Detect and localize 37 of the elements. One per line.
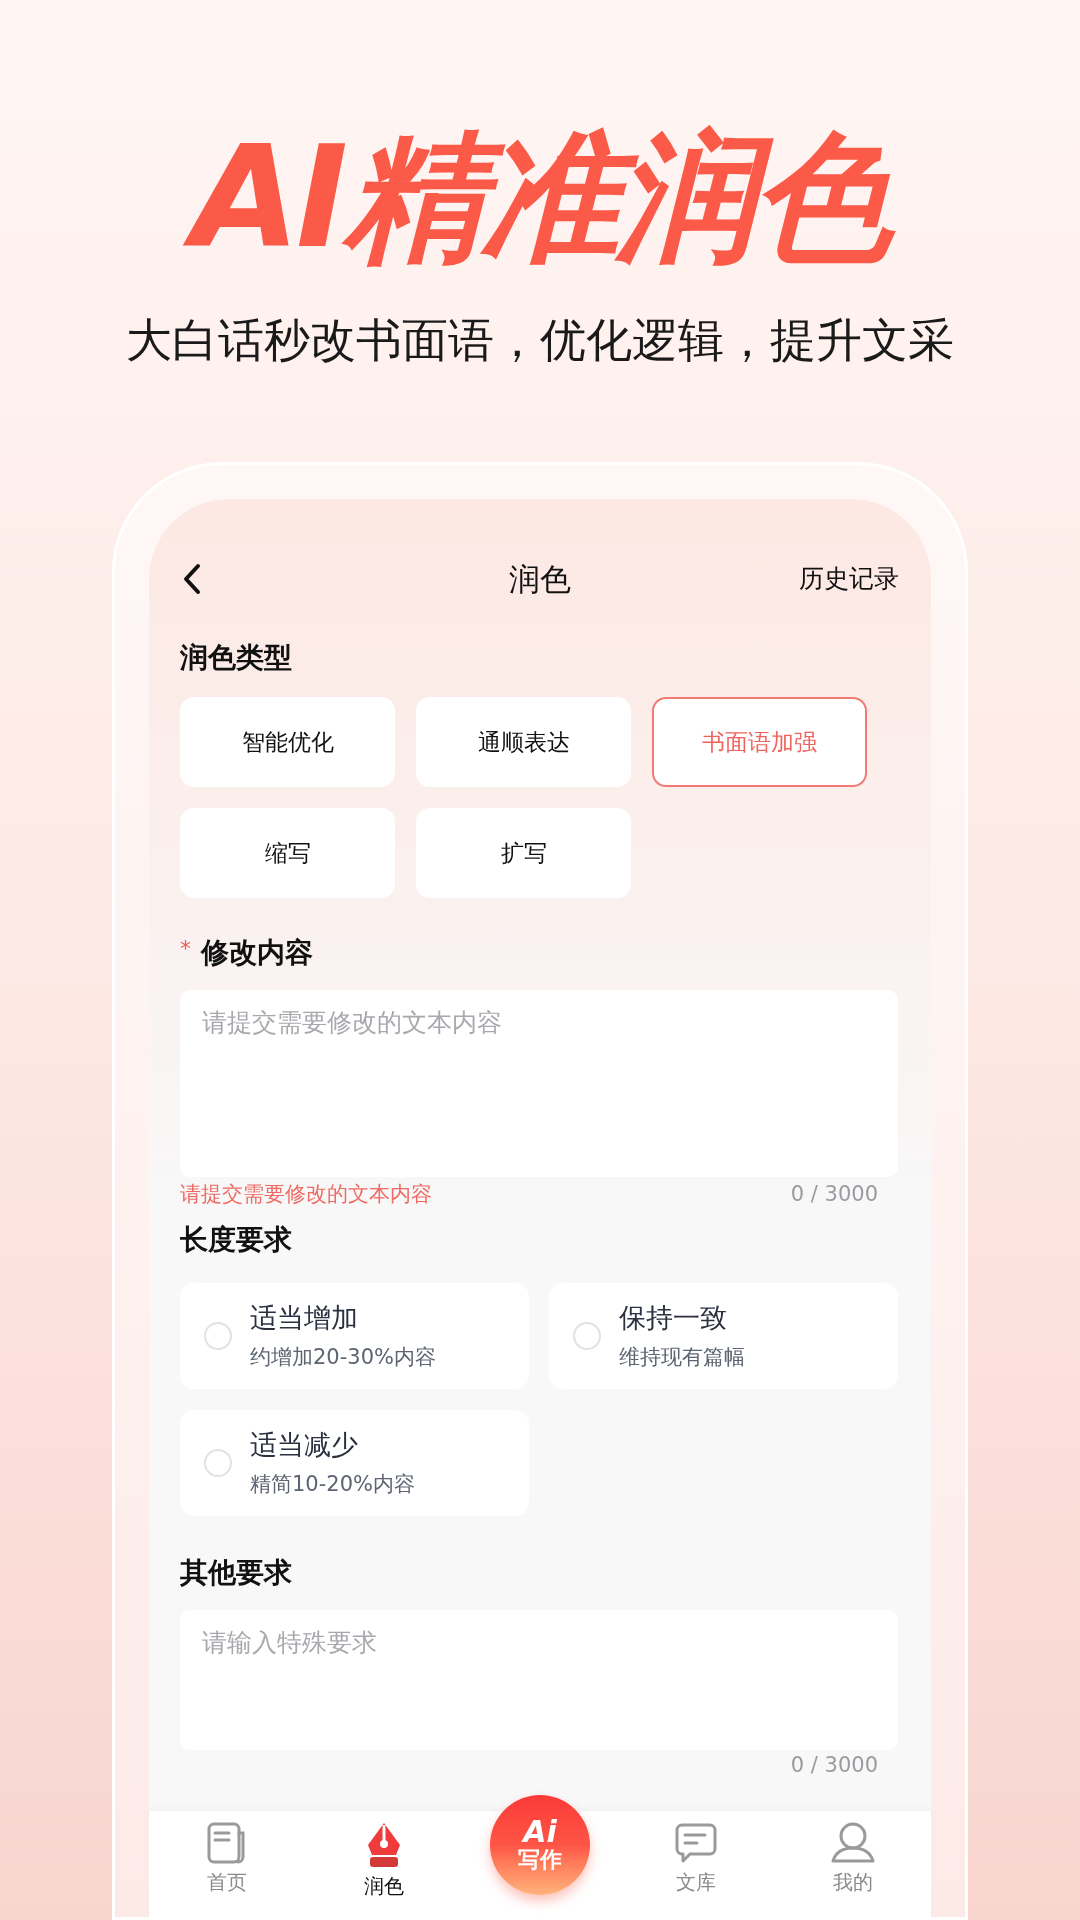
nav-tab[interactable]: 润色 (333, 1811, 434, 1901)
length-option[interactable]: 保持一致 维持现有篇幅 (549, 1282, 898, 1389)
option-title: 适当减少 (250, 1427, 359, 1462)
page-title: 润色 (509, 559, 571, 599)
option-description: 精简10-20%内容 (250, 1471, 415, 1498)
write-label: 写作 (517, 1847, 562, 1873)
character-counter: 0 / 3000 (790, 1751, 879, 1779)
content-input[interactable]: 请提交需要修改的文本内容 (180, 990, 898, 1177)
nav-tab[interactable]: 我的 (802, 1811, 903, 1897)
section-title: 润色类型 (180, 640, 293, 676)
radio-button[interactable] (573, 1321, 601, 1350)
ai-logo: Ai (523, 1817, 557, 1847)
option-description: 维持现有篇幅 (619, 1344, 745, 1371)
section-title: 修改内容 (201, 935, 313, 971)
message-icon (674, 1821, 719, 1865)
history-link[interactable]: 历史记录 (799, 560, 899, 598)
radio-button[interactable] (204, 1321, 232, 1350)
option-description: 约增加20-30%内容 (250, 1344, 436, 1371)
option-title: 适当增加 (250, 1300, 359, 1335)
promo-headline: AI精准润色 (161, 108, 919, 288)
requirements-input[interactable]: 请输入特殊要求 (180, 1609, 898, 1750)
section-title: 其他要求 (180, 1554, 293, 1591)
user-icon (829, 1821, 876, 1865)
type-option[interactable]: 扩写 (416, 808, 631, 898)
character-counter: 0 / 3000 (790, 1181, 879, 1208)
option-title: 保持一致 (619, 1300, 728, 1335)
section-title: 长度要求 (180, 1221, 293, 1258)
required-mark: * (180, 935, 191, 963)
length-option[interactable]: 适当减少 精简10-20%内容 (180, 1409, 529, 1516)
promo-subtitle: 大白话秒改书面语，优化逻辑，提升文采 (126, 312, 954, 369)
length-option[interactable]: 适当增加 约增加20-30%内容 (180, 1282, 529, 1389)
type-option[interactable]: 缩写 (180, 808, 395, 898)
type-option[interactable]: 智能优化 (180, 697, 395, 787)
type-option[interactable]: 通顺表达 (416, 697, 631, 787)
error-message: 请提交需要修改的文本内容 (180, 1181, 432, 1208)
back-icon[interactable] (181, 562, 203, 596)
radio-button[interactable] (204, 1448, 232, 1477)
